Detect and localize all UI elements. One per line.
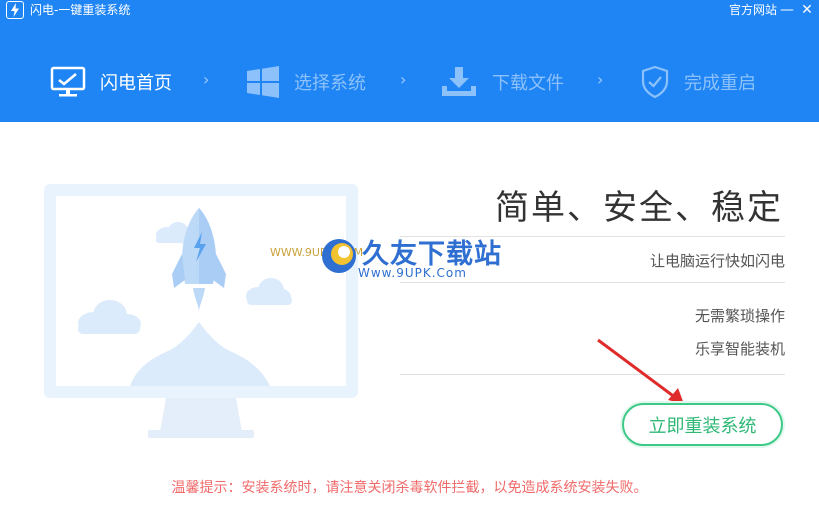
watermark-url: Www.9UPK.Com [358,266,467,280]
divider [400,282,785,283]
slogan-heading: 简单、安全、稳定 [495,188,783,228]
warning-tip: 温馨提示：安装系统时，请注意关闭杀毒软件拦截，以免造成系统安装失败。 [171,480,648,496]
subtitle-text: 让电脑运行快如闪电 [649,252,785,270]
step-finish-restart[interactable]: 完成重启 [640,56,756,108]
install-now-button[interactable]: 立即重装系统 [622,403,783,446]
feature-text: 乐享智能装机 [694,340,785,358]
step-finish-restart-label: 完成重启 [684,73,756,94]
step-select-system[interactable]: 选择系统 [246,56,366,108]
close-button[interactable]: ✕ [798,0,816,20]
official-site-link[interactable]: 官方网站 [729,2,777,18]
step-select-system-label: 选择系统 [294,73,366,94]
step-arrow: › [203,70,210,89]
lightning-icon [6,1,24,19]
step-download-label: 下载文件 [492,73,564,94]
shield-check-icon [640,65,670,99]
app-title: 闪电-一键重装系统 [30,3,131,17]
minimize-button[interactable]: — [778,0,796,20]
feature-text: 无需繁琐操作 [694,307,785,325]
step-arrow: › [400,70,407,89]
header-bar: 闪电-一键重装系统 官方网站 — ✕ 闪电首页 › 选择系统 › 下载文件 › … [0,0,819,122]
annotation-arrow [592,334,692,410]
windows-logo-icon [246,66,280,98]
step-home-label: 闪电首页 [100,73,172,94]
watermark: WWW.9UPK.COM 久友下载站 Www.9UPK.Com [270,232,501,284]
step-arrow: › [597,70,604,89]
title-bar[interactable]: 闪电-一键重装系统 官方网站 — ✕ [0,0,819,22]
divider [400,236,785,237]
progress-steps: 闪电首页 › 选择系统 › 下载文件 › 完成重启 [0,56,819,108]
monitor-icon [50,66,86,98]
rocket-illustration [44,184,358,440]
watermark-logo-icon [320,237,358,279]
step-download[interactable]: 下载文件 [440,56,564,108]
download-icon [440,66,478,98]
step-home[interactable]: 闪电首页 [50,56,172,108]
